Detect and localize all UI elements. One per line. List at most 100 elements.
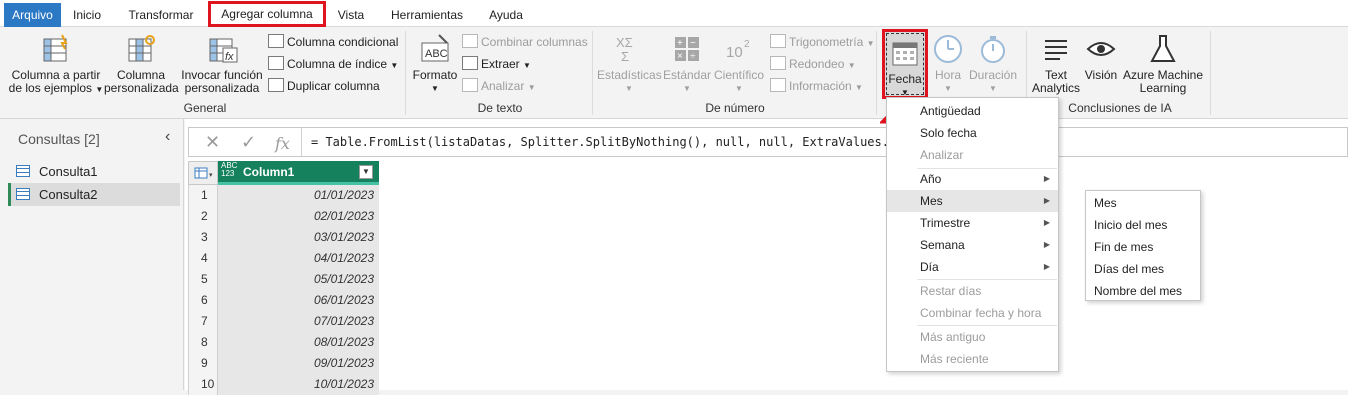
query-item[interactable]: Consulta1 xyxy=(8,160,180,183)
cell-value[interactable]: 01/01/2023 xyxy=(218,185,379,206)
menu-item-antiguedad[interactable]: Antigüedad xyxy=(887,100,1058,122)
conditional-column-button[interactable]: Columna condicional xyxy=(268,32,398,52)
standard-icon: + − × ÷ xyxy=(671,33,703,65)
menu-item-mes[interactable]: Mes ▶ xyxy=(887,190,1058,212)
menu-item-ano[interactable]: Año ▶ xyxy=(887,168,1058,190)
tab-herramientas[interactable]: Herramientas xyxy=(382,3,472,27)
azure-ml-button[interactable]: Azure Machine Learning xyxy=(1122,33,1204,95)
row-number[interactable]: 5 xyxy=(188,269,218,290)
cell-value[interactable]: 06/01/2023 xyxy=(218,290,379,311)
menu-item-label: Día xyxy=(920,260,939,274)
vision-button[interactable]: Visión xyxy=(1082,33,1120,82)
duration-button[interactable]: Duración ▼ xyxy=(966,33,1020,95)
submenu-item-mes[interactable]: Mes xyxy=(1086,192,1200,214)
filter-dropdown-icon[interactable]: ▼ xyxy=(359,165,373,179)
row-number[interactable]: 4 xyxy=(188,248,218,269)
menu-item-solo-fecha[interactable]: Solo fecha xyxy=(887,122,1058,144)
submenu-item-inicio-del-mes[interactable]: Inicio del mes xyxy=(1086,214,1200,236)
column-header[interactable]: ABC 123 Column1 ▼ xyxy=(218,161,379,185)
cell-value[interactable]: 08/01/2023 xyxy=(218,332,379,353)
check-icon[interactable]: ✓ xyxy=(241,132,256,153)
chevron-down-icon: ▼ xyxy=(523,61,531,70)
submenu-item-dias-del-mes[interactable]: Días del mes xyxy=(1086,258,1200,280)
menu-item-mas-reciente[interactable]: Más reciente xyxy=(887,348,1058,370)
chevron-down-icon: ▼ xyxy=(625,84,633,93)
menu-item-restar-dias[interactable]: Restar días xyxy=(887,280,1058,302)
row-number[interactable]: 10 xyxy=(188,374,218,395)
information-label: Información xyxy=(789,79,852,93)
table-row[interactable]: 3 03/01/2023 xyxy=(188,227,379,248)
format-button[interactable]: ABC Formato ▼ xyxy=(410,33,460,95)
tab-transformar[interactable]: Transformar xyxy=(118,3,204,27)
cell-value[interactable]: 09/01/2023 xyxy=(218,353,379,374)
column-from-examples-label-2: de los ejemplos ▼ xyxy=(8,81,104,95)
menu-item-semana[interactable]: Semana ▶ xyxy=(887,234,1058,256)
fx-icon[interactable]: fx xyxy=(275,134,290,153)
table-row[interactable]: 4 04/01/2023 xyxy=(188,248,379,269)
extract-button[interactable]: Extraer ▼ xyxy=(462,54,531,74)
menu-item-combinar-fecha-hora[interactable]: Combinar fecha y hora xyxy=(887,302,1058,324)
chevron-down-icon: ▼ xyxy=(855,83,863,92)
table-row[interactable]: 9 09/01/2023 xyxy=(188,353,379,374)
tab-inicio[interactable]: Inicio xyxy=(62,3,112,27)
statistics-button[interactable]: XΣ Σ Estadísticas ▼ xyxy=(597,33,662,95)
submenu-item-nombre-del-mes[interactable]: Nombre del mes xyxy=(1086,280,1200,302)
tab-arquivo[interactable]: Arquivo xyxy=(4,3,61,27)
cancel-icon[interactable]: ✕ xyxy=(205,132,220,153)
tab-vista[interactable]: Vista xyxy=(330,3,372,27)
type-abc123-icon[interactable]: ABC 123 xyxy=(221,162,237,178)
menu-item-mas-antiguo[interactable]: Más antiguo xyxy=(887,326,1058,348)
row-number[interactable]: 9 xyxy=(188,353,218,374)
cell-value[interactable]: 02/01/2023 xyxy=(218,206,379,227)
row-number[interactable]: 8 xyxy=(188,332,218,353)
scientific-button[interactable]: 10 2 Científico ▼ xyxy=(712,33,766,95)
date-button[interactable]: Fecha ▼ xyxy=(882,29,928,99)
chevron-down-icon: ▼ xyxy=(847,61,856,70)
custom-column-button[interactable]: Columna personalizada xyxy=(104,33,179,95)
duplicate-column-button[interactable]: Duplicar columna xyxy=(268,76,380,96)
row-number[interactable]: 6 xyxy=(188,290,218,311)
time-button[interactable]: Hora ▼ xyxy=(930,33,966,95)
table-menu-icon[interactable]: ▾ xyxy=(188,161,218,185)
trigonometry-button[interactable]: Trigonometría ▼ xyxy=(770,32,875,52)
row-number[interactable]: 2 xyxy=(188,206,218,227)
row-number[interactable]: 1 xyxy=(188,185,218,206)
formula-input[interactable]: = Table.FromList(listaDatas, Splitter.Sp… xyxy=(311,135,932,149)
text-analytics-button[interactable]: Text Analytics xyxy=(1030,33,1082,95)
information-button[interactable]: Información ▼ xyxy=(770,76,863,96)
table-row[interactable]: 7 07/01/2023 xyxy=(188,311,379,332)
tab-ayuda[interactable]: Ayuda xyxy=(478,3,534,27)
tab-agregar-columna[interactable]: Agregar columna xyxy=(208,1,326,27)
table-row[interactable]: 6 06/01/2023 xyxy=(188,290,379,311)
table-row[interactable]: 10 10/01/2023 xyxy=(188,374,379,395)
menu-item-dia[interactable]: Día ▶ xyxy=(887,256,1058,278)
invoke-custom-function-button[interactable]: fx Invocar función personalizada xyxy=(180,33,264,95)
information-icon xyxy=(770,78,786,92)
collapse-pane-icon[interactable]: ‹ xyxy=(165,128,170,146)
cell-value[interactable]: 03/01/2023 xyxy=(218,227,379,248)
menu-item-analizar[interactable]: Analizar xyxy=(887,144,1058,166)
cell-value[interactable]: 07/01/2023 xyxy=(218,311,379,332)
submenu-item-fin-de-mes[interactable]: Fin de mes xyxy=(1086,236,1200,258)
menu-item-trimestre[interactable]: Trimestre ▶ xyxy=(887,212,1058,234)
parse-button[interactable]: Analizar ▼ xyxy=(462,76,536,96)
column-from-examples-button[interactable]: Columna a partir de los ejemplos ▼ xyxy=(8,33,104,96)
table-row[interactable]: 1 01/01/2023 xyxy=(188,185,379,206)
rounding-button[interactable]: Redondeo ▼ xyxy=(770,54,856,74)
cell-value[interactable]: 04/01/2023 xyxy=(218,248,379,269)
merge-columns-button[interactable]: Combinar columnas xyxy=(462,32,588,52)
table-icon xyxy=(16,165,30,177)
svg-text:XΣ: XΣ xyxy=(616,35,633,50)
row-number[interactable]: 3 xyxy=(188,227,218,248)
cell-value[interactable]: 05/01/2023 xyxy=(218,269,379,290)
invoke-function-label-2: personalizada xyxy=(184,81,260,95)
table-row[interactable]: 2 02/01/2023 xyxy=(188,206,379,227)
cell-value[interactable]: 10/01/2023 xyxy=(218,374,379,395)
index-column-button[interactable]: Columna de índice ▼ xyxy=(268,54,398,74)
row-number[interactable]: 7 xyxy=(188,311,218,332)
calendar-icon xyxy=(889,37,921,69)
table-row[interactable]: 8 08/01/2023 xyxy=(188,332,379,353)
standard-button[interactable]: + − × ÷ Estándar ▼ xyxy=(662,33,712,95)
query-item[interactable]: Consulta2 xyxy=(8,183,180,206)
table-row[interactable]: 5 05/01/2023 xyxy=(188,269,379,290)
